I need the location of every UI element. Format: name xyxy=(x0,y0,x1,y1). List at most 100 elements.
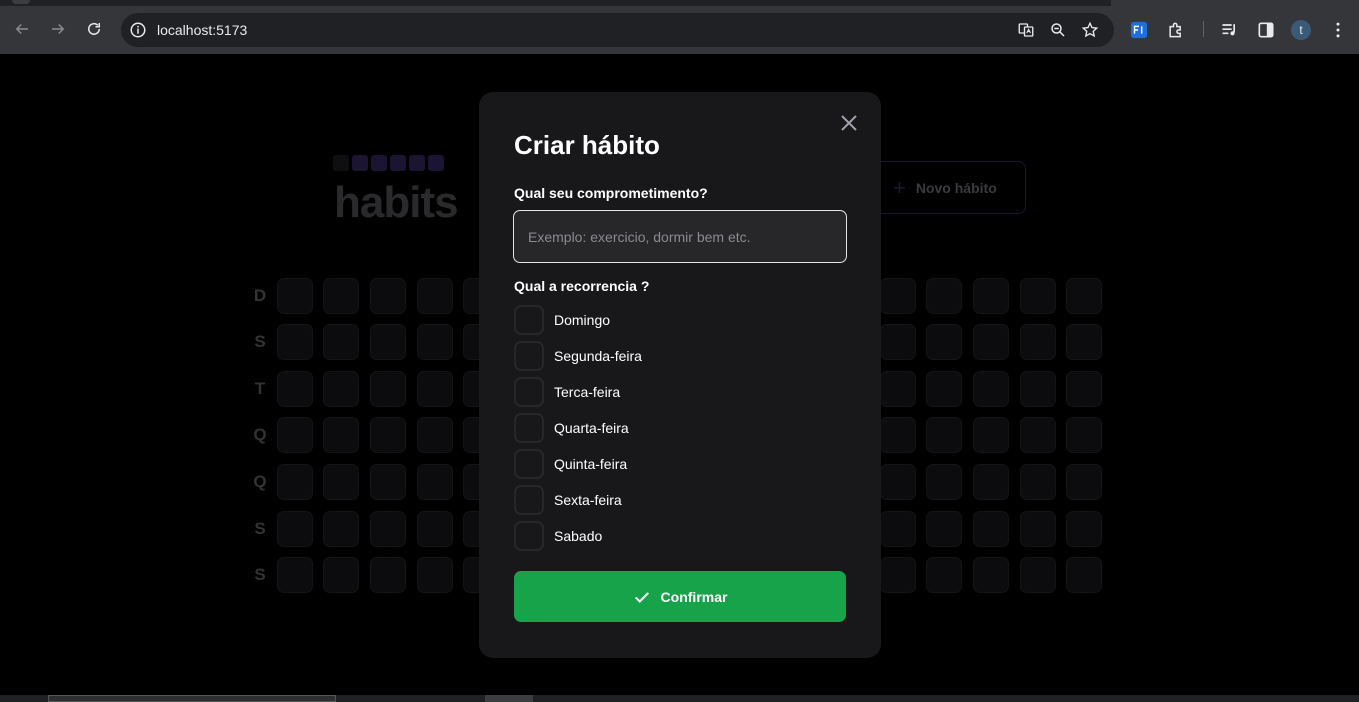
habit-day-cell[interactable] xyxy=(1066,417,1102,453)
habit-day-cell[interactable] xyxy=(973,511,1009,547)
profile-avatar[interactable]: t xyxy=(1291,20,1311,40)
habit-day-cell[interactable] xyxy=(323,511,359,547)
checkbox[interactable] xyxy=(514,485,544,515)
tab[interactable] xyxy=(12,0,30,4)
habit-day-cell[interactable] xyxy=(277,557,313,593)
habit-day-cell[interactable] xyxy=(1020,371,1056,407)
habit-day-cell[interactable] xyxy=(1066,371,1102,407)
checkbox[interactable] xyxy=(514,521,544,551)
close-button[interactable] xyxy=(838,112,860,134)
address-bar[interactable]: localhost:5173 xyxy=(121,13,1114,47)
habit-day-cell[interactable] xyxy=(973,464,1009,500)
new-habit-button[interactable]: + Novo hábito xyxy=(872,161,1026,214)
bookmark-star-icon[interactable] xyxy=(1081,21,1099,39)
forward-button[interactable] xyxy=(46,17,70,41)
habit-day-cell[interactable] xyxy=(926,511,962,547)
habit-day-cell[interactable] xyxy=(277,511,313,547)
habit-day-cell[interactable] xyxy=(417,557,453,593)
habit-day-cell[interactable] xyxy=(1020,464,1056,500)
checkbox[interactable] xyxy=(514,377,544,407)
habit-day-cell[interactable] xyxy=(417,464,453,500)
habit-day-cell[interactable] xyxy=(880,557,916,593)
habit-day-cell[interactable] xyxy=(417,324,453,360)
habit-day-cell[interactable] xyxy=(323,371,359,407)
extension-icon[interactable] xyxy=(1129,20,1149,40)
habit-day-cell[interactable] xyxy=(417,417,453,453)
checkbox[interactable] xyxy=(514,305,544,335)
side-panel-icon[interactable] xyxy=(1256,20,1276,40)
extensions-puzzle-icon[interactable] xyxy=(1166,20,1186,40)
habit-day-cell[interactable] xyxy=(370,557,406,593)
habit-day-cell[interactable] xyxy=(277,464,313,500)
habit-day-cell[interactable] xyxy=(926,278,962,314)
habit-day-cell[interactable] xyxy=(323,278,359,314)
zoom-icon[interactable] xyxy=(1049,21,1067,39)
habit-day-cell[interactable] xyxy=(880,464,916,500)
habit-day-cell[interactable] xyxy=(1066,511,1102,547)
commitment-input[interactable] xyxy=(513,210,847,263)
weekday-checkbox-5[interactable]: Sexta-feira xyxy=(514,485,622,515)
habit-day-cell[interactable] xyxy=(370,324,406,360)
habit-day-cell[interactable] xyxy=(417,278,453,314)
back-button[interactable] xyxy=(10,17,34,41)
habit-day-cell[interactable] xyxy=(926,371,962,407)
habit-day-cell[interactable] xyxy=(1020,511,1056,547)
habit-day-cell[interactable] xyxy=(277,278,313,314)
habit-day-cell[interactable] xyxy=(277,371,313,407)
habit-day-cell[interactable] xyxy=(417,371,453,407)
habit-day-cell[interactable] xyxy=(370,278,406,314)
url-text[interactable]: localhost:5173 xyxy=(157,22,247,38)
habit-day-cell[interactable] xyxy=(880,324,916,360)
habit-day-cell[interactable] xyxy=(926,417,962,453)
taskbar-item[interactable] xyxy=(485,695,533,702)
checkbox[interactable] xyxy=(514,413,544,443)
habit-day-cell[interactable] xyxy=(973,371,1009,407)
habit-day-cell[interactable] xyxy=(973,417,1009,453)
weekday-checkbox-6[interactable]: Sabado xyxy=(514,521,602,551)
habit-day-cell[interactable] xyxy=(370,417,406,453)
habit-day-cell[interactable] xyxy=(973,278,1009,314)
weekday-checkbox-0[interactable]: Domingo xyxy=(514,305,610,335)
habit-day-cell[interactable] xyxy=(973,324,1009,360)
habit-day-cell[interactable] xyxy=(370,511,406,547)
weekday-checkbox-3[interactable]: Quarta-feira xyxy=(514,413,629,443)
habit-day-cell[interactable] xyxy=(1020,557,1056,593)
habit-day-cell[interactable] xyxy=(323,557,359,593)
habit-day-cell[interactable] xyxy=(1020,324,1056,360)
habit-day-cell[interactable] xyxy=(370,371,406,407)
taskbar-item[interactable] xyxy=(48,695,336,702)
media-control-icon[interactable] xyxy=(1220,20,1240,40)
habit-day-cell[interactable] xyxy=(323,324,359,360)
habit-day-cell[interactable] xyxy=(1066,464,1102,500)
habit-day-cell[interactable] xyxy=(417,511,453,547)
habit-day-cell[interactable] xyxy=(880,417,916,453)
weekday-checkbox-4[interactable]: Quinta-feira xyxy=(514,449,627,479)
habit-day-cell[interactable] xyxy=(1020,278,1056,314)
habit-day-cell[interactable] xyxy=(926,324,962,360)
habit-day-cell[interactable] xyxy=(323,417,359,453)
habit-day-cell[interactable] xyxy=(370,464,406,500)
habit-day-cell[interactable] xyxy=(277,417,313,453)
habit-day-cell[interactable] xyxy=(1020,417,1056,453)
habit-day-cell[interactable] xyxy=(323,464,359,500)
habit-day-cell[interactable] xyxy=(277,324,313,360)
checkbox[interactable] xyxy=(514,341,544,371)
habit-day-cell[interactable] xyxy=(1066,324,1102,360)
active-tab[interactable] xyxy=(1111,0,1359,6)
menu-kebab-icon[interactable] xyxy=(1328,20,1348,40)
weekday-checkbox-1[interactable]: Segunda-feira xyxy=(514,341,642,371)
habit-day-cell[interactable] xyxy=(973,557,1009,593)
reload-button[interactable] xyxy=(82,17,106,41)
habit-day-cell[interactable] xyxy=(1066,278,1102,314)
confirm-button[interactable]: Confirmar xyxy=(514,571,846,622)
habit-day-cell[interactable] xyxy=(880,371,916,407)
translate-icon[interactable] xyxy=(1017,21,1035,39)
site-info-icon[interactable] xyxy=(129,21,147,39)
checkbox[interactable] xyxy=(514,449,544,479)
habit-day-cell[interactable] xyxy=(926,557,962,593)
weekday-checkbox-2[interactable]: Terca-feira xyxy=(514,377,620,407)
habit-day-cell[interactable] xyxy=(880,511,916,547)
habit-day-cell[interactable] xyxy=(1066,557,1102,593)
habit-day-cell[interactable] xyxy=(926,464,962,500)
habit-day-cell[interactable] xyxy=(880,278,916,314)
